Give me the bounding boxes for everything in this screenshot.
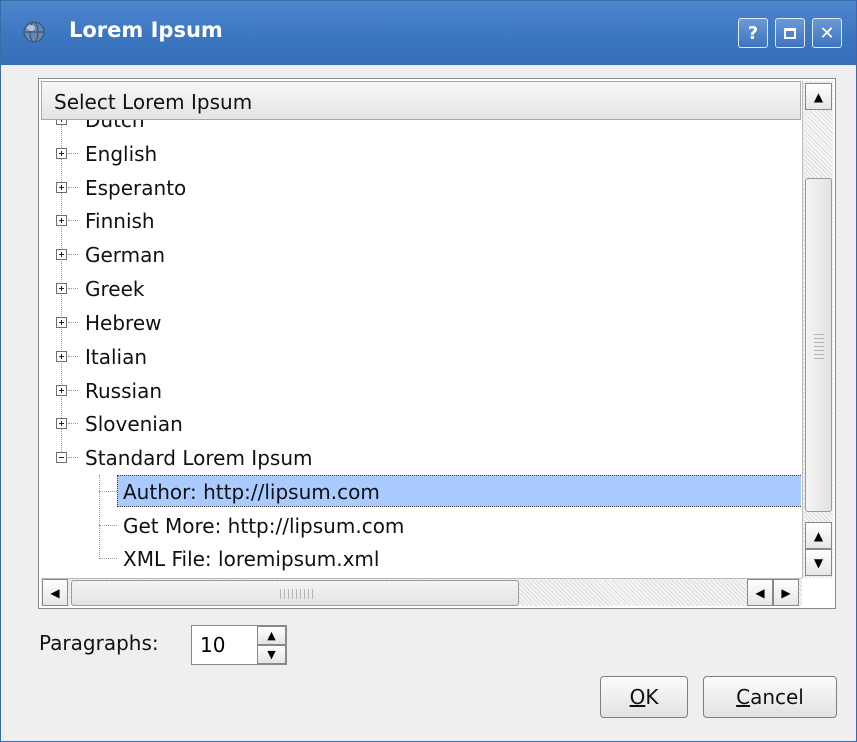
ok-mnemonic: O bbox=[629, 685, 646, 709]
tree-items-area: Dutch English Esperanto Finnish German G… bbox=[41, 120, 801, 578]
tree-header-label: Select Lorem Ipsum bbox=[54, 90, 253, 114]
horizontal-scrollbar[interactable]: ◀ ◀ ▶ bbox=[41, 578, 802, 606]
arrow-right-icon: ▶ bbox=[781, 585, 791, 600]
tree-item-label: Author: http://lipsum.com bbox=[123, 480, 380, 504]
spin-down-button[interactable]: ▼ bbox=[257, 645, 286, 664]
dialog-window: Lorem Ipsum ? ✕ Select Lorem Ipsum Dutch… bbox=[0, 0, 857, 742]
tree-item-label: Greek bbox=[85, 277, 145, 301]
maximize-icon bbox=[784, 27, 796, 39]
tree-item-esperanto[interactable]: Esperanto bbox=[41, 171, 801, 205]
tree-item-german[interactable]: German bbox=[41, 238, 801, 272]
tree-item-label: Standard Lorem Ipsum bbox=[85, 446, 313, 470]
expand-icon[interactable] bbox=[56, 249, 67, 260]
arrow-left-icon: ◀ bbox=[755, 585, 765, 600]
arrow-down-icon: ▼ bbox=[813, 555, 824, 570]
vertical-scroll-thumb[interactable] bbox=[805, 178, 832, 512]
spin-up-button[interactable]: ▲ bbox=[257, 626, 286, 645]
tree-item-label: XML File: loremipsum.xml bbox=[123, 547, 380, 571]
tree-child-author[interactable]: Author: http://lipsum.com bbox=[41, 475, 801, 509]
tree-child-get-more[interactable]: Get More: http://lipsum.com bbox=[41, 509, 801, 543]
ok-label: K bbox=[645, 685, 659, 709]
expand-icon[interactable] bbox=[56, 385, 67, 396]
tree-column-header[interactable]: Select Lorem Ipsum bbox=[41, 81, 801, 120]
arrow-left-icon: ◀ bbox=[50, 585, 60, 600]
expand-icon[interactable] bbox=[56, 351, 67, 362]
expand-icon[interactable] bbox=[56, 120, 67, 125]
ok-button[interactable]: OK bbox=[600, 676, 688, 718]
tree-item-hebrew[interactable]: Hebrew bbox=[41, 306, 801, 340]
tree-item-greek[interactable]: Greek bbox=[41, 272, 801, 306]
cancel-label: ancel bbox=[750, 685, 804, 709]
tree-item-label: Dutch bbox=[85, 120, 145, 132]
tree-item-label: Get More: http://lipsum.com bbox=[123, 514, 405, 538]
tree-child-xml-file[interactable]: XML File: loremipsum.xml bbox=[41, 542, 801, 576]
tree-item-finnish[interactable]: Finnish bbox=[41, 204, 801, 238]
arrow-up-icon: ▲ bbox=[813, 528, 824, 543]
help-icon: ? bbox=[747, 22, 759, 44]
cancel-button[interactable]: Cancel bbox=[703, 676, 837, 718]
scroll-right-button[interactable]: ▶ bbox=[773, 579, 799, 606]
scroll-left-end-button[interactable]: ◀ bbox=[747, 579, 773, 606]
scroll-left-button[interactable]: ◀ bbox=[42, 579, 68, 606]
close-button[interactable]: ✕ bbox=[812, 18, 842, 48]
cancel-mnemonic: C bbox=[736, 685, 751, 709]
lorem-tree-view[interactable]: Select Lorem Ipsum Dutch English Esperan… bbox=[38, 78, 836, 609]
expand-icon[interactable] bbox=[56, 317, 67, 328]
arrow-up-icon: ▲ bbox=[267, 629, 276, 642]
tree-item-label: Hebrew bbox=[85, 311, 162, 335]
expand-icon[interactable] bbox=[56, 182, 67, 193]
tree-item-english[interactable]: English bbox=[41, 137, 801, 171]
maximize-button[interactable] bbox=[775, 18, 805, 48]
expand-icon[interactable] bbox=[56, 283, 67, 294]
horizontal-scroll-thumb[interactable] bbox=[71, 580, 519, 606]
paragraphs-label: Paragraphs: bbox=[39, 631, 159, 655]
app-globe-icon bbox=[23, 21, 45, 43]
tree-item-label: Esperanto bbox=[85, 176, 187, 200]
vertical-scrollbar[interactable]: ▲ ▲ ▼ bbox=[802, 81, 833, 578]
scroll-up-button[interactable]: ▲ bbox=[805, 522, 832, 549]
scroll-up-top-button[interactable]: ▲ bbox=[805, 83, 832, 110]
tree-item-slovenian[interactable]: Slovenian bbox=[41, 407, 801, 441]
tree-item-label: Russian bbox=[85, 379, 163, 403]
tree-item-label: Finnish bbox=[85, 209, 155, 233]
tree-item-russian[interactable]: Russian bbox=[41, 374, 801, 408]
window-title: Lorem Ipsum bbox=[69, 18, 223, 42]
grip-icon bbox=[280, 589, 314, 599]
tree-item-label: German bbox=[85, 243, 166, 267]
tree-item-italian[interactable]: Italian bbox=[41, 340, 801, 374]
arrow-up-icon: ▲ bbox=[813, 89, 824, 104]
grip-icon bbox=[814, 331, 824, 359]
expand-icon[interactable] bbox=[56, 148, 67, 159]
tree-item-standard-lorem-ipsum[interactable]: Standard Lorem Ipsum bbox=[41, 441, 801, 475]
tree-item-label: English bbox=[85, 142, 158, 166]
close-icon: ✕ bbox=[819, 22, 835, 44]
expand-icon[interactable] bbox=[56, 215, 67, 226]
tree-item-label: Slovenian bbox=[85, 412, 183, 436]
collapse-icon[interactable] bbox=[56, 452, 67, 463]
arrow-down-icon: ▼ bbox=[267, 648, 276, 661]
paragraphs-spinbox[interactable]: ▲ ▼ bbox=[191, 625, 287, 665]
tree-item-label: Italian bbox=[85, 345, 148, 369]
tree-item-dutch[interactable]: Dutch bbox=[41, 120, 801, 137]
paragraphs-input[interactable] bbox=[192, 626, 256, 664]
scroll-down-button[interactable]: ▼ bbox=[805, 549, 832, 576]
title-bar[interactable]: Lorem Ipsum ? ✕ bbox=[1, 1, 856, 65]
help-button[interactable]: ? bbox=[738, 18, 768, 48]
expand-icon[interactable] bbox=[56, 418, 67, 429]
